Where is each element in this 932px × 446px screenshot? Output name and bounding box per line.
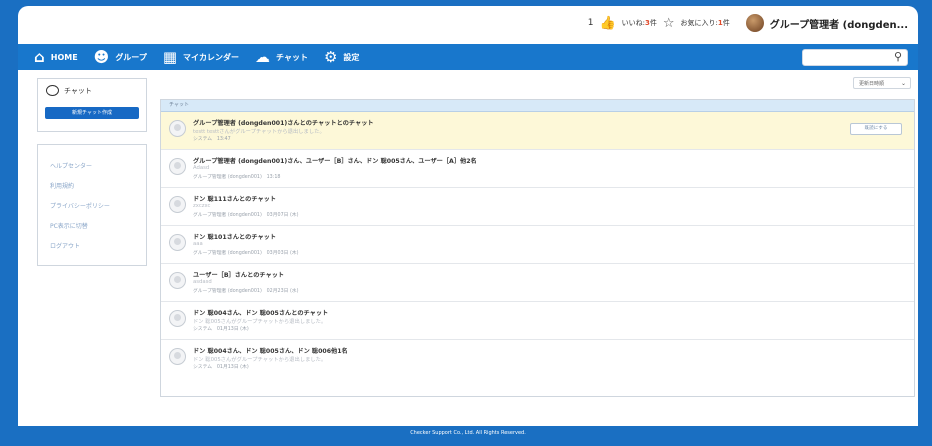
likes-unit: 件: [649, 19, 657, 27]
sort-select[interactable]: 更新日時順 ⌄: [853, 77, 911, 89]
chat-row-title[interactable]: ドン 聡111さんとのチャット: [193, 194, 276, 203]
chat-icon: ☁: [255, 47, 271, 66]
thumbs-up-icon[interactable]: 👍: [599, 17, 615, 30]
avatar: [169, 272, 186, 289]
chat-row-preview: aaa: [193, 241, 203, 247]
favorites-unit: 件: [722, 19, 730, 27]
chat-list-panel: チャット グループ管理者 (dongden001)さんとのチャットとのチャット …: [160, 99, 915, 397]
chat-bubble-icon: [46, 85, 59, 96]
chat-row-title[interactable]: グループ管理者 (dongden001)さんとのチャットとのチャット: [193, 118, 374, 127]
chat-row-preview: Adasd: [193, 165, 210, 171]
logout-link[interactable]: ログアウト: [50, 241, 110, 250]
chat-row-title[interactable]: ユーザー［B］さんとのチャット: [193, 270, 284, 279]
search-input[interactable]: ⚲: [802, 49, 908, 66]
top-bar: 1 👍 いいね: 3 件 ☆ お気に入り: 1 件 グループ管理者 (dongd…: [18, 6, 918, 44]
nav-settings[interactable]: ⚙ 設定: [324, 44, 359, 70]
nav-calendar-label: マイカレンダー: [183, 52, 240, 62]
nav-group[interactable]: ☻ グループ: [94, 44, 147, 70]
nav-settings-label: 設定: [343, 52, 360, 62]
pc-view-link[interactable]: PC表示に切替: [50, 221, 110, 230]
chat-row-title[interactable]: ドン 聡004さん、ドン 聡005さんとのチャット: [193, 308, 328, 317]
user-status-area: 1 👍 いいね: 3 件 ☆ お気に入り: 1 件 グループ管理者 (dongd…: [588, 14, 908, 32]
mark-read-button[interactable]: 既読にする: [850, 123, 902, 135]
home-icon: ⌂: [34, 47, 45, 66]
user-avatar[interactable]: [745, 14, 764, 32]
nav-home-label: HOME: [50, 52, 78, 62]
chat-row[interactable]: グループ管理者 (dongden001)さんとのチャットとのチャット testt…: [161, 112, 914, 150]
chat-row-meta: グループ管理者 (dongden001) 03月07日 (木): [193, 213, 299, 218]
chat-sidebar-title-text: チャット: [64, 86, 92, 95]
chat-row-preview: ドン 聡005さんがグループチャットから退出しました。: [193, 357, 327, 363]
avatar: [169, 196, 186, 213]
chat-row[interactable]: ドン 聡111さんとのチャット zxczxc グループ管理者 (dongden0…: [161, 188, 914, 226]
chat-row-preview: zxczxc: [193, 203, 211, 209]
chevron-down-icon: ⌄: [900, 80, 906, 87]
chat-row-preview: testt testtさんがグループチャットから退出しました。: [193, 129, 325, 135]
chat-row-preview: ドン 聡005さんがグループチャットから退出しました。: [193, 319, 327, 325]
search-icon[interactable]: ⚲: [894, 50, 902, 63]
user-name[interactable]: グループ管理者 (dongden...: [770, 16, 908, 31]
chat-row-meta: グループ管理者 (dongden001) 13:18: [193, 175, 281, 180]
chat-row-meta: システム 01月13日 (木): [193, 327, 249, 332]
chat-list-header: チャット: [161, 100, 914, 112]
chat-row-title[interactable]: ドン 聡004さん、ドン 聡005さん、ドン 聡006他1名: [193, 346, 348, 355]
chat-sidebar-title: チャット: [46, 85, 92, 96]
sidebar-links-panel: ヘルプセンター 利用規約 プライバシーポリシー PC表示に切替 ログアウト: [37, 144, 147, 266]
footer-copyright: Checker Support Co., Ltd. All Rights Res…: [410, 430, 526, 436]
chat-row[interactable]: ユーザー［B］さんとのチャット asdasd グループ管理者 (dongden0…: [161, 264, 914, 302]
chat-row-title[interactable]: グループ管理者 (dongden001)さん、ユーザー［B］さん、ドン 聡005…: [193, 156, 477, 165]
favorites-label: お気に入り:: [680, 19, 718, 27]
avatar: [169, 120, 186, 137]
chat-row[interactable]: ドン 聡004さん、ドン 聡005さんとのチャット ドン 聡005さんがグループ…: [161, 302, 914, 340]
nav-group-label: グループ: [115, 52, 147, 62]
chat-row-preview: asdasd: [193, 279, 212, 285]
chat-row-meta: グループ管理者 (dongden001) 02月23日 (水): [193, 289, 299, 294]
nav-chat[interactable]: ☁ チャット: [255, 44, 308, 70]
app-window: 1 👍 いいね: 3 件 ☆ お気に入り: 1 件 グループ管理者 (dongd…: [18, 6, 918, 426]
avatar: [169, 348, 186, 365]
footer: Checker Support Co., Ltd. All Rights Res…: [18, 426, 918, 446]
calendar-icon: ▦: [162, 47, 178, 66]
likes-label: いいね:: [621, 19, 646, 27]
new-chat-button[interactable]: 新規チャット作成: [45, 107, 139, 119]
sort-select-value: 更新日時順: [859, 81, 885, 87]
chat-row-meta: システム 13:47: [193, 137, 231, 142]
avatar: [169, 234, 186, 251]
avatar: [169, 158, 186, 175]
privacy-policy-link[interactable]: プライバシーポリシー: [50, 201, 110, 210]
chat-row-title[interactable]: ドン 聡101さんとのチャット: [193, 232, 276, 241]
avatar: [169, 310, 186, 327]
help-center-link[interactable]: ヘルプセンター: [50, 161, 110, 170]
chat-row[interactable]: ドン 聡004さん、ドン 聡005さん、ドン 聡006他1名 ドン 聡005さん…: [161, 340, 914, 377]
main-navigation: ⌂ HOME ☻ グループ ▦ マイカレンダー ☁ チャット ⚙ 設定 ⚲: [18, 44, 918, 70]
nav-calendar[interactable]: ▦ マイカレンダー: [163, 44, 239, 70]
chat-sidebar-panel: チャット 新規チャット作成: [37, 78, 147, 132]
settings-gear-icon: ⚙: [323, 47, 338, 66]
nav-home[interactable]: ⌂ HOME: [34, 44, 78, 70]
chat-row[interactable]: ドン 聡101さんとのチャット aaa グループ管理者 (dongden001)…: [161, 226, 914, 264]
chat-row-meta: システム 01月13日 (木): [193, 365, 249, 370]
nav-chat-label: チャット: [276, 52, 308, 62]
star-icon[interactable]: ☆: [663, 17, 675, 30]
group-icon: ☻: [93, 47, 110, 66]
chat-row-meta: グループ管理者 (dongden001) 03月03日 (木): [193, 251, 299, 256]
notification-count[interactable]: 1: [588, 18, 594, 28]
terms-link[interactable]: 利用規約: [50, 181, 110, 190]
chat-row[interactable]: グループ管理者 (dongden001)さん、ユーザー［B］さん、ドン 聡005…: [161, 150, 914, 188]
